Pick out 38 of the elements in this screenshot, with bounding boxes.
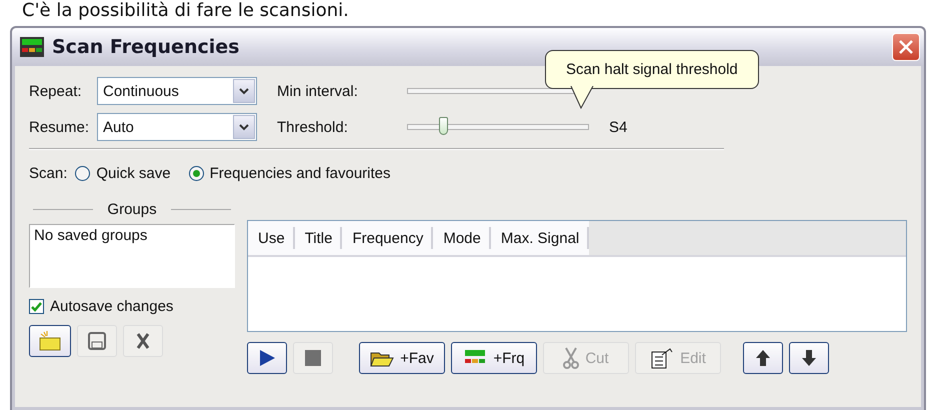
field-label: Resume: [29, 118, 90, 136]
slider-label: Threshold: [277, 118, 349, 136]
move-up-button[interactable] [743, 342, 783, 374]
move-down-button[interactable] [789, 342, 829, 374]
slider-reading: S4 [609, 118, 628, 136]
groups-heading: Groups [107, 200, 157, 218]
window-title: Scan Frequencies [52, 36, 240, 58]
stop-icon [305, 350, 321, 366]
slider-thumb[interactable] [439, 117, 448, 135]
down-arrow-icon [801, 349, 817, 367]
slider-label: Min interval: [277, 82, 359, 100]
check-icon [31, 302, 42, 312]
folder-sparkle-icon [38, 330, 62, 352]
chevron-down-icon [239, 124, 249, 130]
groups-list[interactable]: No saved groups [29, 224, 235, 288]
close-button[interactable] [892, 33, 920, 61]
autosave-checkbox[interactable]: Autosave changes [29, 298, 235, 315]
play-button[interactable] [247, 342, 287, 374]
tooltip: Scan halt signal threshold [545, 50, 759, 111]
scissors-icon [563, 347, 580, 369]
up-arrow-icon [755, 349, 771, 367]
field-label: Repeat: [29, 82, 83, 100]
chevron-down-icon [239, 88, 249, 94]
caption-text: C'è la possibilità di fare le scansioni. [22, 0, 349, 22]
dropdown[interactable]: Auto [97, 113, 257, 141]
add-favourite-button[interactable]: +Fav [359, 342, 445, 374]
play-icon [258, 349, 276, 367]
add-frequency-button[interactable]: +Frq [451, 342, 537, 374]
clipboard-edit-icon [650, 347, 674, 369]
cross-icon [135, 332, 151, 350]
new-group-button[interactable] [29, 325, 71, 357]
close-icon [898, 39, 914, 55]
app-icon [20, 37, 44, 57]
dropdown[interactable]: Continuous [97, 77, 257, 105]
column-header[interactable]: Title [294, 227, 342, 249]
radio-option[interactable]: Quick save [75, 164, 171, 182]
radio-option[interactable]: Frequencies and favourites [188, 164, 390, 182]
scan-label: Scan: [29, 164, 68, 182]
